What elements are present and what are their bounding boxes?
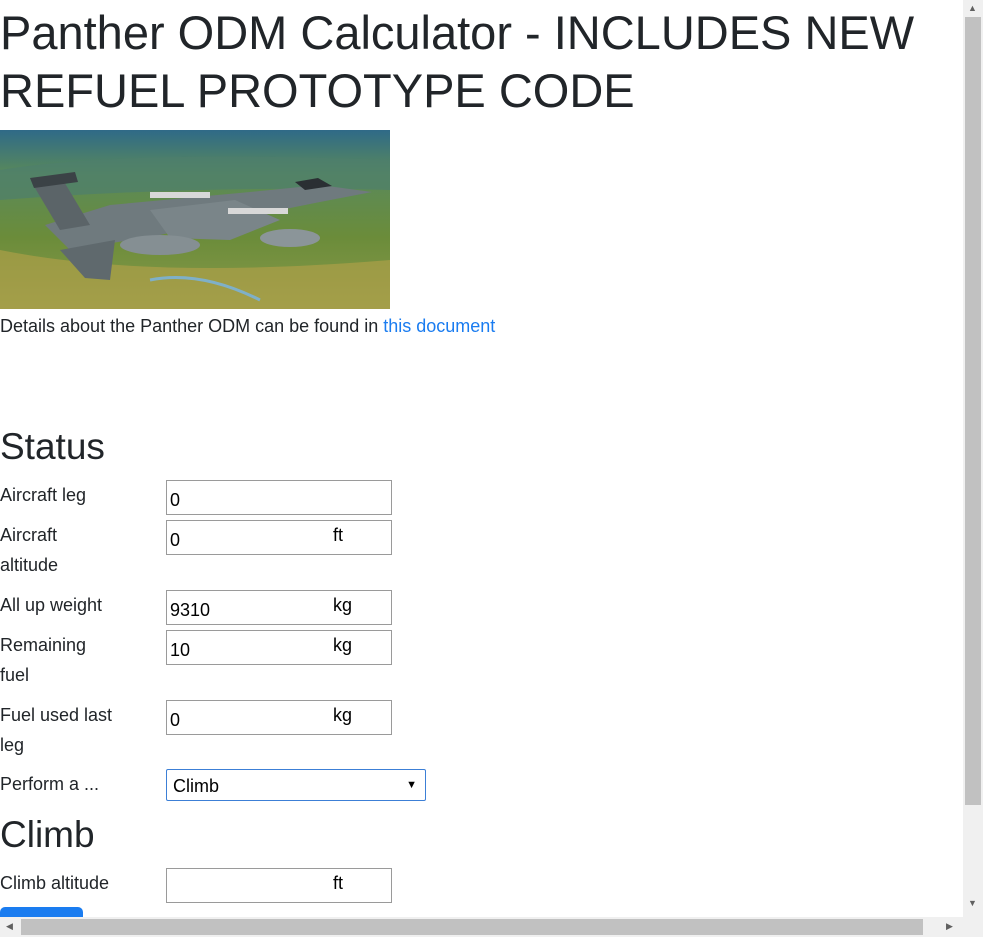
scroll-up-arrow-icon[interactable]: ▲ <box>968 3 977 13</box>
aircraft-leg-value: 0 <box>170 490 181 510</box>
dropdown-caret-icon: ▼ <box>406 779 417 791</box>
document-link[interactable]: this document <box>383 316 495 336</box>
scroll-down-arrow-icon[interactable]: ▼ <box>968 898 977 908</box>
horizontal-scrollbar[interactable]: ◀ ▶ <box>0 917 963 937</box>
aircraft-altitude-label: Aircraft altitude <box>0 525 59 575</box>
horizontal-scroll-thumb[interactable] <box>21 919 923 935</box>
aircraft-leg-label: Aircraft leg <box>0 485 87 505</box>
details-text: Details about the Panther ODM can be fou… <box>0 316 384 336</box>
vertical-scrollbar[interactable]: ▲ ▼ <box>963 0 983 917</box>
all-up-weight-unit: kg <box>333 595 353 615</box>
remaining-fuel-unit: kg <box>333 635 353 655</box>
fuel-used-unit: kg <box>333 705 353 725</box>
details-paragraph: Details about the Panther ODM can be fou… <box>0 313 495 339</box>
perform-select[interactable]: Climb ▼ <box>166 769 426 801</box>
fuel-used-input[interactable]: 0 kg <box>166 700 392 735</box>
vertical-scroll-thumb[interactable] <box>965 17 981 805</box>
climb-heading: Climb <box>0 814 95 855</box>
aircraft-altitude-input[interactable]: 0 ft <box>166 520 392 555</box>
climb-altitude-label: Climb altitude <box>0 873 110 893</box>
remaining-fuel-label: Remaining fuel <box>0 635 87 685</box>
submit-button[interactable] <box>0 907 83 917</box>
aircraft-altitude-value: 0 <box>170 530 181 550</box>
perform-selected-value: Climb <box>173 776 220 796</box>
climb-altitude-input[interactable]: ft <box>166 868 392 903</box>
page-title: Panther ODM Calculator - INCLUDES NEW RE… <box>0 6 915 117</box>
aircraft-altitude-unit: ft <box>333 525 344 545</box>
fuel-used-label: Fuel used last leg <box>0 705 113 755</box>
aircraft-leg-input[interactable]: 0 <box>166 480 392 515</box>
scroll-right-arrow-icon[interactable]: ▶ <box>946 921 953 932</box>
remaining-fuel-value: 10 <box>170 640 191 660</box>
all-up-weight-input[interactable]: 9310 kg <box>166 590 392 625</box>
all-up-weight-value: 9310 <box>170 600 211 620</box>
perform-label: Perform a ... <box>0 774 100 794</box>
jet-aircraft-image <box>0 130 390 309</box>
status-heading: Status <box>0 426 105 467</box>
all-up-weight-label: All up weight <box>0 595 103 615</box>
page-content: Panther ODM Calculator - INCLUDES NEW RE… <box>0 0 963 917</box>
scrollbar-corner <box>963 917 983 937</box>
fuel-used-value: 0 <box>170 710 181 730</box>
scroll-left-arrow-icon[interactable]: ◀ <box>6 921 13 932</box>
climb-altitude-unit: ft <box>333 873 344 893</box>
remaining-fuel-input[interactable]: 10 kg <box>166 630 392 665</box>
